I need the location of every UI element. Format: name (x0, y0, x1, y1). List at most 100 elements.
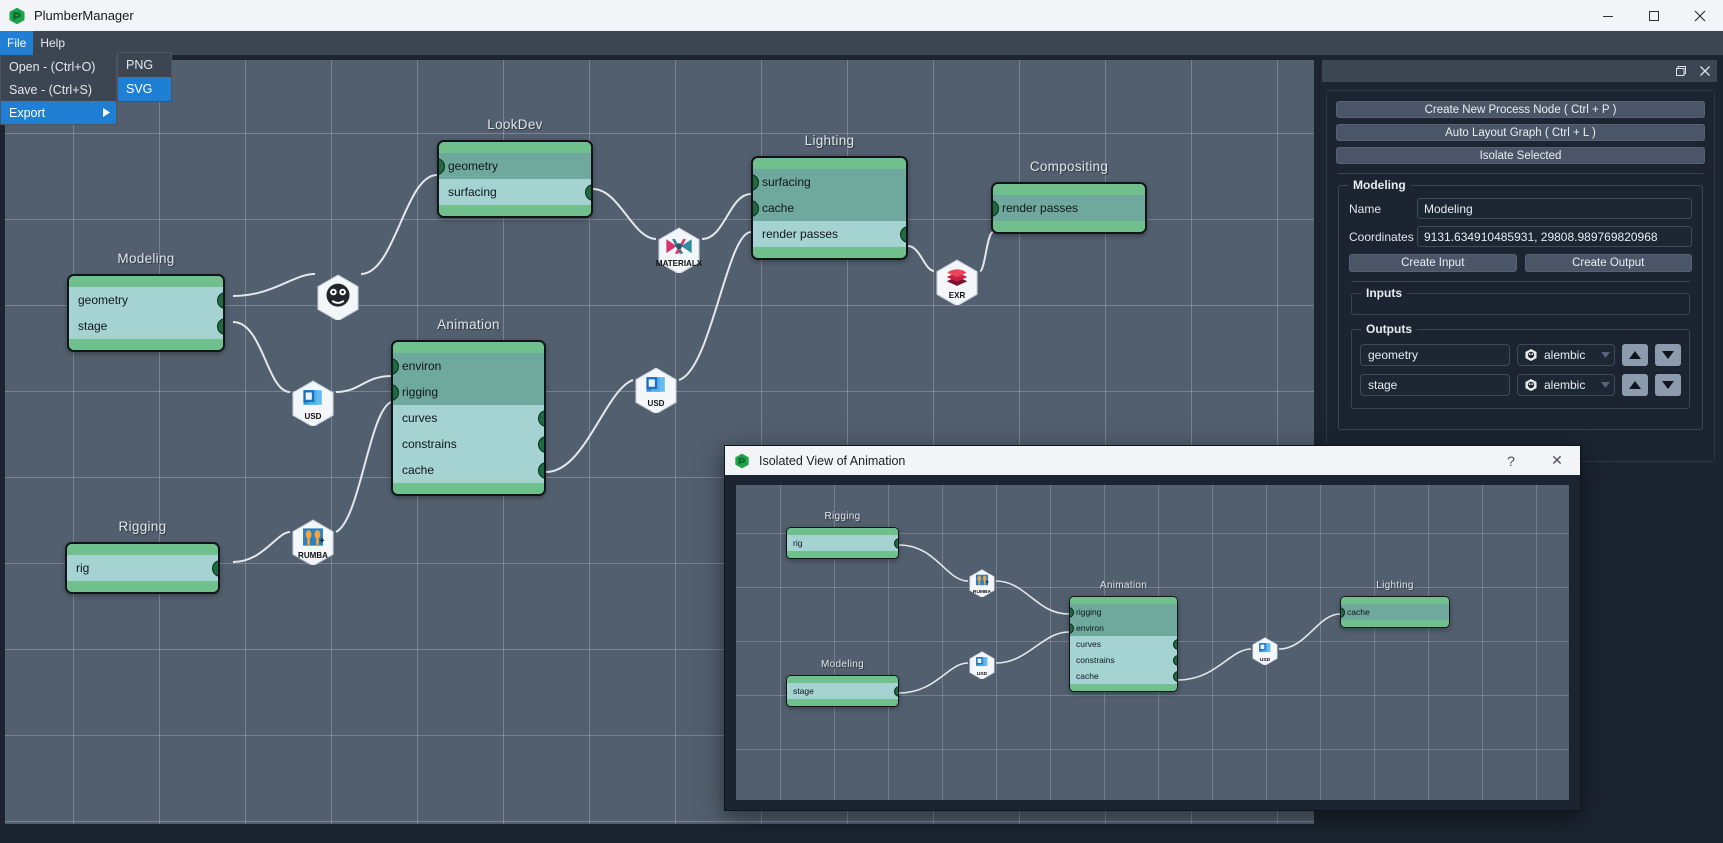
isolated-view-dialog[interactable]: Isolated View of Animation ? ✕ Rigging ri (724, 445, 1581, 811)
port-dot-icon[interactable] (894, 537, 898, 549)
name-input[interactable]: Modeling (1417, 198, 1692, 219)
output-name-input[interactable]: stage (1360, 374, 1510, 396)
auto-layout-graph-button[interactable]: Auto Layout Graph ( Ctrl + L ) (1336, 124, 1705, 141)
graph-node-body[interactable]: geometry surfacing (437, 140, 593, 218)
maximize-button[interactable] (1631, 0, 1677, 31)
coordinates-input[interactable]: 9131.634910485931, 29808.989769820968 (1417, 226, 1692, 247)
menu-item-export[interactable]: Export (1, 101, 116, 124)
port-dot-icon[interactable] (439, 157, 445, 175)
node-output-port[interactable]: cache (393, 457, 544, 483)
node-output-port[interactable]: cache (1070, 668, 1177, 684)
submenu-item-png[interactable]: PNG (118, 53, 171, 77)
port-dot-icon[interactable] (393, 383, 399, 401)
node-output-port[interactable]: curves (393, 405, 544, 431)
graph-node-body[interactable]: rig (65, 542, 220, 594)
port-dot-icon[interactable] (1173, 638, 1177, 650)
graph-node-modeling[interactable]: Modeling geometry stage (67, 251, 225, 352)
node-output-port[interactable]: constrains (1070, 652, 1177, 668)
format-badge-rumba-icon[interactable]: RUMBA (968, 569, 996, 597)
node-output-port[interactable]: constrains (393, 431, 544, 457)
port-dot-icon[interactable] (538, 435, 544, 453)
graph-node-body[interactable]: render passes (991, 182, 1147, 234)
port-dot-icon[interactable] (538, 409, 544, 427)
isolate-selected-button[interactable]: Isolate Selected (1336, 147, 1705, 164)
output-type-select[interactable]: alembic (1517, 344, 1615, 366)
graph-node-lighting[interactable]: Lighting cache (1340, 580, 1450, 628)
node-output-port[interactable]: rig (67, 555, 218, 581)
restore-icon[interactable] (1673, 63, 1689, 79)
graph-node-body[interactable]: cache (1340, 596, 1450, 628)
port-dot-icon[interactable] (1341, 606, 1345, 618)
port-dot-icon[interactable] (393, 357, 399, 375)
node-input-port[interactable]: surfacing (753, 169, 906, 195)
graph-node-rigging[interactable]: Rigging rig (65, 519, 220, 594)
graph-node-compositing[interactable]: Compositing render passes (991, 159, 1147, 234)
port-dot-icon[interactable] (217, 291, 223, 309)
move-output-up-button[interactable] (1622, 344, 1648, 366)
create-input-button[interactable]: Create Input (1349, 254, 1517, 272)
graph-node-rigging[interactable]: Rigging rig (786, 511, 899, 559)
node-output-port[interactable]: render passes (753, 221, 906, 247)
node-input-port[interactable]: geometry (439, 153, 591, 179)
node-output-port[interactable]: surfacing (439, 179, 591, 205)
node-input-port[interactable]: environ (393, 353, 544, 379)
submenu-item-svg[interactable]: SVG (118, 77, 171, 101)
dialog-close-button[interactable]: ✕ (1534, 446, 1580, 475)
move-output-down-button[interactable] (1655, 344, 1681, 366)
create-output-button[interactable]: Create Output (1524, 254, 1692, 272)
create-new-process-node-button[interactable]: Create New Process Node ( Ctrl + P ) (1336, 101, 1705, 118)
node-input-port[interactable]: environ (1070, 620, 1177, 636)
node-input-port[interactable]: rigging (393, 379, 544, 405)
port-dot-icon[interactable] (753, 173, 759, 191)
graph-node-modeling[interactable]: Modeling stage (786, 659, 899, 707)
port-dot-icon[interactable] (753, 199, 759, 217)
graph-node-animation[interactable]: Animation rigging environ curves constrains c… (1069, 580, 1178, 692)
graph-node-body[interactable]: environ rigging curves constrains cache (391, 340, 546, 496)
node-input-port[interactable]: render passes (993, 195, 1145, 221)
graph-node-animation[interactable]: Animation environ rigging curves constrains c… (391, 317, 546, 496)
node-output-port[interactable]: geometry (69, 287, 223, 313)
graph-node-lighting[interactable]: Lighting surfacing cache render passes (751, 133, 908, 260)
port-dot-icon[interactable] (212, 559, 218, 577)
isolated-graph-canvas[interactable]: Rigging rig Modeling stage Animation rigging e… (736, 485, 1569, 800)
port-dot-icon[interactable] (1070, 606, 1074, 618)
node-output-port[interactable]: curves (1070, 636, 1177, 652)
format-badge-alembic-icon[interactable] (315, 274, 361, 320)
port-dot-icon[interactable] (585, 183, 591, 201)
format-badge-usd-icon[interactable]: USD (290, 380, 336, 426)
panel-close-icon[interactable] (1697, 63, 1713, 79)
port-dot-icon[interactable] (1173, 654, 1177, 666)
port-dot-icon[interactable] (1070, 622, 1074, 634)
node-output-port[interactable]: rig (787, 535, 898, 551)
close-button[interactable] (1677, 0, 1723, 31)
node-input-port[interactable]: cache (1341, 604, 1449, 620)
graph-node-body[interactable]: rig (786, 527, 899, 559)
menu-item-open[interactable]: Open - (Ctrl+O) (1, 55, 116, 78)
graph-node-body[interactable]: surfacing cache render passes (751, 156, 908, 260)
node-input-port[interactable]: cache (753, 195, 906, 221)
move-output-down-button[interactable] (1655, 374, 1681, 396)
port-dot-icon[interactable] (894, 685, 898, 697)
menu-help[interactable]: Help (33, 31, 72, 55)
format-badge-rumba-icon[interactable]: RUMBA (290, 519, 336, 565)
port-dot-icon[interactable] (993, 199, 999, 217)
minimize-button[interactable] (1585, 0, 1631, 31)
port-dot-icon[interactable] (1173, 670, 1177, 682)
format-badge-materialx-icon[interactable]: MATERIALX (656, 227, 702, 273)
format-badge-usd-icon[interactable]: USD (968, 651, 996, 679)
graph-node-lookdev[interactable]: LookDev geometry surfacing (437, 117, 593, 218)
menu-item-save[interactable]: Save - (Ctrl+S) (1, 78, 116, 101)
output-type-select[interactable]: alembic (1517, 374, 1615, 396)
node-input-port[interactable]: rigging (1070, 604, 1177, 620)
move-output-up-button[interactable] (1622, 374, 1648, 396)
format-badge-usd2-icon[interactable]: USD (1251, 637, 1279, 665)
graph-node-body[interactable]: rigging environ curves constrains cache (1069, 596, 1178, 692)
graph-node-body[interactable]: geometry stage (67, 274, 225, 352)
menu-file[interactable]: File (0, 31, 34, 55)
output-name-input[interactable]: geometry (1360, 344, 1510, 366)
port-dot-icon[interactable] (900, 225, 906, 243)
node-output-port[interactable]: stage (69, 313, 223, 339)
format-badge-exr-icon[interactable]: EXR (934, 259, 980, 305)
port-dot-icon[interactable] (538, 461, 544, 479)
port-dot-icon[interactable] (217, 317, 223, 335)
